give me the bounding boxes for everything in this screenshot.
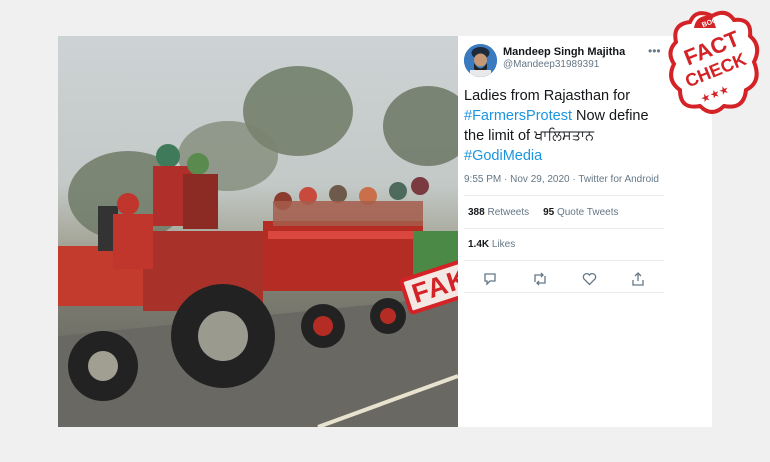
quote-count: 95 <box>543 207 555 218</box>
retweet-stats[interactable]: 388 Retweets 95 Quote Tweets <box>468 207 618 218</box>
quote-label: Quote Tweets <box>554 207 619 218</box>
hashtag-farmersprotest[interactable]: #FarmersProtest <box>464 108 572 124</box>
hashtag-godimedia[interactable]: #GodiMedia <box>464 146 704 166</box>
retweet-icon[interactable] <box>530 270 550 288</box>
divider <box>464 260 664 261</box>
tweet-text-line2: Now define <box>571 108 649 124</box>
boom-fact-check-badge: BOOM FACT CHECK ★★★ <box>666 6 762 118</box>
likes-label: Likes <box>489 239 516 250</box>
tweet-text-line3: the limit of ਖਾਲਿਸਤਾਨ <box>464 128 595 144</box>
likes-count: 1.4K <box>468 239 490 250</box>
author-handle[interactable]: @Mandeep31989391 <box>503 59 599 70</box>
tweet-timestamp[interactable]: 9:55 PM · Nov 29, 2020 · Twitter for And… <box>464 174 659 185</box>
author-name[interactable]: Mandeep Singh Majitha <box>503 46 625 58</box>
retweets-count: 388 <box>468 207 485 218</box>
divider <box>464 292 664 293</box>
avatar[interactable] <box>464 44 497 77</box>
divider <box>464 228 664 229</box>
like-icon[interactable] <box>579 270 599 288</box>
reply-icon[interactable] <box>480 270 500 288</box>
likes-stats[interactable]: 1.4K Likes <box>468 239 515 250</box>
retweets-label: Retweets <box>484 207 530 218</box>
share-icon[interactable] <box>628 270 648 288</box>
protest-photo <box>58 36 458 427</box>
divider <box>464 195 664 196</box>
more-icon[interactable]: ••• <box>648 44 661 58</box>
